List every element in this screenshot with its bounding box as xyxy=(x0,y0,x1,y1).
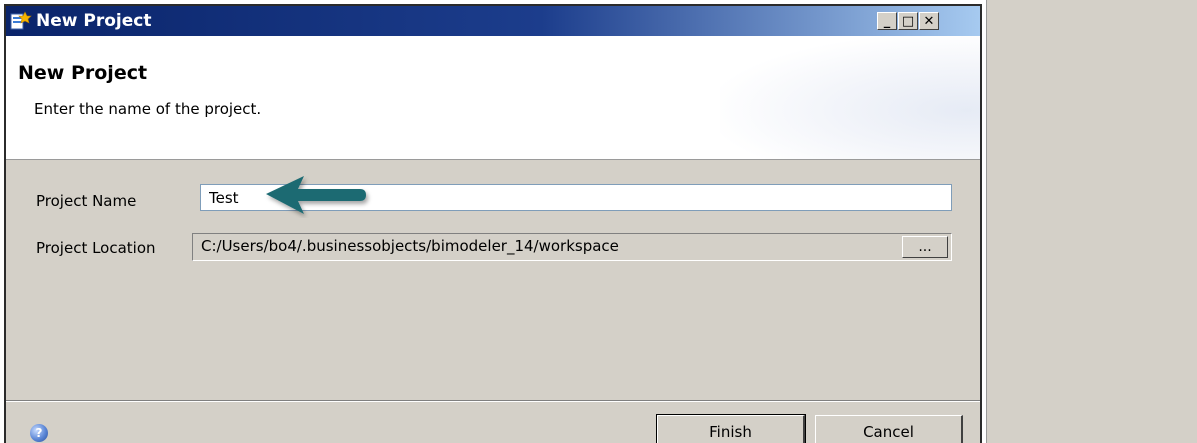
page-title: New Project xyxy=(18,62,148,84)
new-project-dialog: New Project _ □ ✕ New Project Enter the … xyxy=(4,4,982,443)
window-title: New Project xyxy=(36,11,152,31)
minimize-button[interactable]: _ xyxy=(877,12,897,30)
project-location-field[interactable]: C:/Users/bo4/.businessobjects/bimodeler_… xyxy=(192,233,952,261)
title-bar[interactable]: New Project _ □ ✕ xyxy=(6,6,980,36)
close-button[interactable]: ✕ xyxy=(919,12,939,30)
background-panel xyxy=(986,0,1197,443)
app-icon xyxy=(10,11,32,30)
cancel-button[interactable]: Cancel xyxy=(815,415,963,443)
minimize-icon: _ xyxy=(883,13,891,29)
help-icon[interactable]: ? xyxy=(30,424,48,442)
project-location-value: C:/Users/bo4/.businessobjects/bimodeler_… xyxy=(201,237,619,255)
maximize-icon: □ xyxy=(901,13,915,29)
project-name-label: Project Name xyxy=(36,192,137,210)
page-description: Enter the name of the project. xyxy=(34,100,262,118)
help-glyph: ? xyxy=(35,426,43,440)
header-decoration xyxy=(720,36,980,159)
close-icon: ✕ xyxy=(923,13,935,29)
browse-button[interactable]: ... xyxy=(902,236,948,258)
project-location-label: Project Location xyxy=(36,239,156,257)
maximize-button[interactable]: □ xyxy=(898,12,918,30)
footer-separator xyxy=(6,400,980,402)
pointer-arrow-icon xyxy=(266,176,366,214)
wizard-header: New Project Enter the name of the projec… xyxy=(6,36,980,160)
finish-button[interactable]: Finish xyxy=(656,414,806,443)
